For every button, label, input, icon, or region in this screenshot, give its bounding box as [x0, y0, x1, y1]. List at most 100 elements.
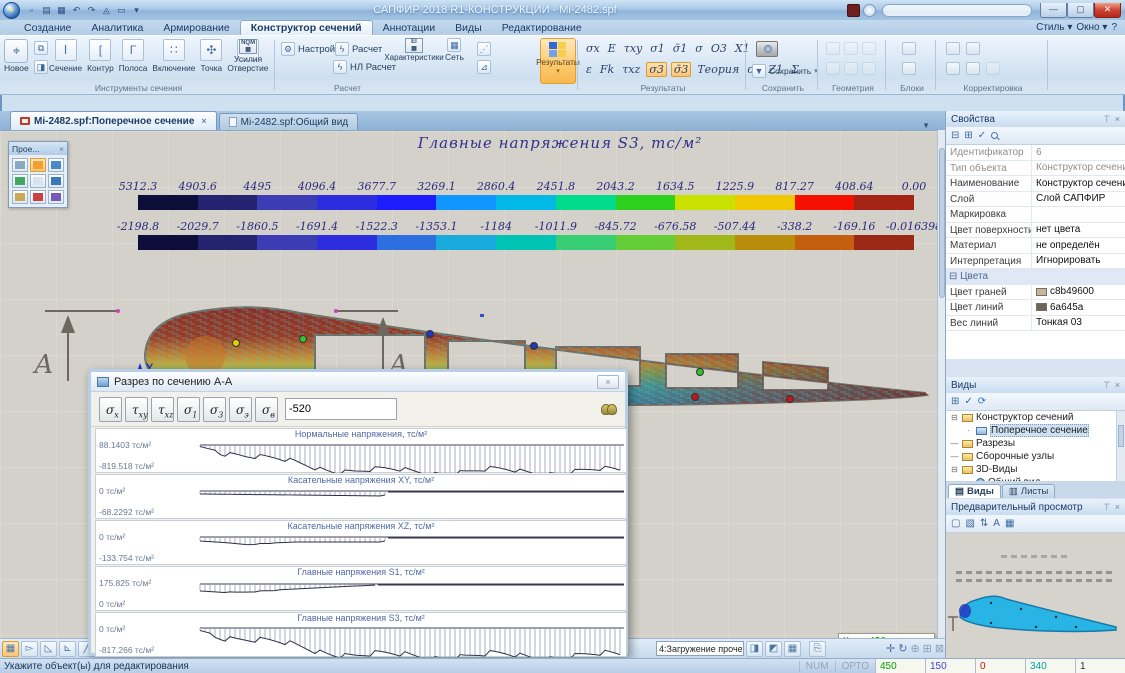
block-create-icon[interactable]	[902, 42, 916, 55]
result-token-Теория[interactable]: Теория	[695, 63, 741, 76]
property-value[interactable]: Конструктор сечения	[1032, 161, 1125, 176]
dialog-titlebar[interactable]: Разрез по сечению А-А ×	[91, 372, 625, 392]
tree-item-Разрезы[interactable]: —Разрезы	[946, 437, 1125, 450]
window-menu[interactable]: Окно ▾	[1076, 22, 1107, 33]
mesh-settings-icon[interactable]: ⋰	[477, 42, 491, 56]
tree-item-Поперечное сечение[interactable]: ·Поперечное сечение	[946, 424, 1125, 437]
result-token-ε[interactable]: ε	[584, 63, 594, 76]
projection-icon-9[interactable]	[48, 190, 64, 204]
result-token-τxz[interactable]: τxz	[620, 63, 642, 76]
mirror-tool-icon[interactable]	[966, 62, 980, 75]
scale-tool-icon[interactable]	[986, 62, 1000, 75]
apply-view-icon[interactable]: ✓	[964, 396, 972, 407]
panel-tab-Листы[interactable]: ▥Листы	[1002, 484, 1055, 498]
mesh-button[interactable]: ▦ Сеть	[445, 38, 464, 62]
views-pin-icon[interactable]: ⊤	[1103, 380, 1111, 391]
ribbon-tab-1[interactable]: Создание	[14, 21, 81, 35]
preview-fit-icon[interactable]: ⇅	[980, 518, 988, 529]
document-tab-1[interactable]: Mi-2482.spf:Поперечное сечение×	[10, 111, 217, 130]
open-icon[interactable]: ▤	[40, 4, 53, 17]
preview-shade-icon[interactable]: ▧	[965, 518, 974, 529]
geometry-subtract-icon[interactable]	[844, 42, 858, 55]
geometry-intersect-icon[interactable]	[862, 42, 876, 55]
characteristics-button[interactable]: EI▦ Характеристики	[385, 38, 443, 62]
views-close-icon[interactable]: ×	[1115, 380, 1120, 391]
result-token-σ̄3[interactable]: σ̄3	[671, 62, 692, 77]
preview-image-icon[interactable]: ▦	[1005, 518, 1014, 529]
tab-close-icon[interactable]: ×	[201, 116, 206, 126]
stress-component-button-7[interactable]: σв	[255, 397, 278, 422]
select-arrow-icon[interactable]: ▻	[21, 641, 38, 657]
panel-tab-Виды[interactable]: ▤Виды	[948, 484, 1001, 498]
stress-component-button-2[interactable]: τxy	[125, 397, 148, 422]
lock-icon[interactable]: ⎘	[809, 641, 826, 657]
geometry-merge-icon[interactable]	[844, 62, 858, 75]
ribbon-tab-2[interactable]: Аналитика	[81, 21, 153, 35]
stress-component-button-3[interactable]: τxz	[151, 397, 174, 422]
stress-component-button-5[interactable]: σ3	[203, 397, 226, 422]
ribbon-tab-3[interactable]: Армирование	[153, 21, 239, 35]
save-button[interactable]: ▼ Сохранить▾	[752, 64, 818, 78]
property-value[interactable]: Слой САПФИР	[1032, 192, 1125, 207]
select-region-icon[interactable]: ◺	[40, 641, 57, 657]
new-document-icon[interactable]: ▫	[25, 4, 38, 17]
tree-scrollbar[interactable]	[1116, 411, 1125, 481]
result-token-σ̄1[interactable]: σ̄1	[671, 42, 690, 55]
projection-icon-6[interactable]	[48, 174, 64, 188]
preview-text-icon[interactable]: A	[993, 518, 1000, 529]
results-button[interactable]: Результаты▾	[540, 38, 576, 84]
property-value[interactable]: c8b49600	[1032, 285, 1125, 300]
ribbon-tab-7[interactable]: Редактирование	[492, 21, 592, 35]
loadcase-combo[interactable]: 4:Загружение проче▾	[656, 641, 744, 656]
projection-icon-8[interactable]	[30, 190, 46, 204]
mesh-refresh-icon[interactable]: ⊿	[477, 60, 491, 74]
zoom-in-icon[interactable]: ⊕	[910, 642, 919, 655]
rotate-tool-icon[interactable]	[966, 42, 980, 55]
select-angle-icon[interactable]: ⊾	[59, 641, 76, 657]
result-token-Fk[interactable]: Fk	[598, 63, 616, 76]
close-button[interactable]: ✕	[1094, 3, 1121, 18]
property-value[interactable]: Конструктор сечения	[1032, 176, 1125, 191]
help-badge-icon[interactable]	[863, 4, 876, 17]
tool-2-button[interactable]: [Контур	[86, 39, 115, 73]
result-token-τxy[interactable]: τxy	[622, 42, 645, 55]
geometry-offset-icon[interactable]	[862, 62, 876, 75]
document-tab-2[interactable]: Mi-2482.spf:Общий вид	[219, 113, 358, 130]
notification-badge-icon[interactable]	[847, 4, 860, 17]
tool-1-button[interactable]: ⅠСечение	[48, 39, 83, 73]
projection-icon-4[interactable]	[12, 174, 28, 188]
apply-icon[interactable]: ✓	[978, 130, 986, 141]
property-value[interactable]: Игнорировать	[1032, 254, 1125, 269]
num-indicator[interactable]: NUM	[799, 661, 835, 672]
paste-section-icon[interactable]: ◨	[34, 60, 48, 74]
zoom-window-icon[interactable]: ⊞	[923, 642, 932, 655]
geometry-split-icon[interactable]	[826, 62, 840, 75]
categorize-icon[interactable]: ⊟	[951, 130, 959, 141]
dialog-close-icon[interactable]: ×	[597, 375, 619, 389]
property-value[interactable]: Тонкая 03	[1032, 316, 1125, 331]
ortho-indicator[interactable]: ОРТО	[835, 661, 875, 672]
stress-component-button-6[interactable]: σэ	[229, 397, 252, 422]
tree-item-3D-Виды[interactable]: ⊟3D-Виды	[946, 463, 1125, 476]
pan-icon[interactable]: ✛	[886, 642, 895, 655]
tree-item-Сборочные узлы[interactable]: —Сборочные узлы	[946, 450, 1125, 463]
copy-section-icon[interactable]: ⧉	[34, 41, 48, 55]
preview-page-icon[interactable]: ▢	[951, 518, 960, 529]
preview-area[interactable]	[946, 533, 1125, 670]
move-tool-icon[interactable]	[946, 42, 960, 55]
projection-icon-5[interactable]	[30, 174, 46, 188]
property-value[interactable]	[1032, 207, 1125, 222]
property-value[interactable]: нет цвета	[1032, 223, 1125, 238]
tab-list-dropdown-icon[interactable]: ▼	[922, 121, 930, 130]
section-offset-input[interactable]	[285, 398, 397, 420]
canvas-vertical-scrollbar[interactable]	[937, 130, 945, 638]
property-value[interactable]: 6	[1032, 145, 1125, 160]
preview-pin-icon[interactable]: ⊤	[1103, 502, 1111, 513]
new-section-button[interactable]: ⌖ Новое	[4, 39, 29, 73]
stress-component-button-1[interactable]: σx	[99, 397, 122, 422]
panel-pin-icon[interactable]: ⊤	[1103, 114, 1111, 125]
filter-select-icon[interactable]: ◩	[765, 641, 782, 657]
search-icon[interactable]	[991, 132, 998, 139]
geometry-union-icon[interactable]	[826, 42, 840, 55]
print-icon[interactable]: ▭	[115, 4, 128, 17]
